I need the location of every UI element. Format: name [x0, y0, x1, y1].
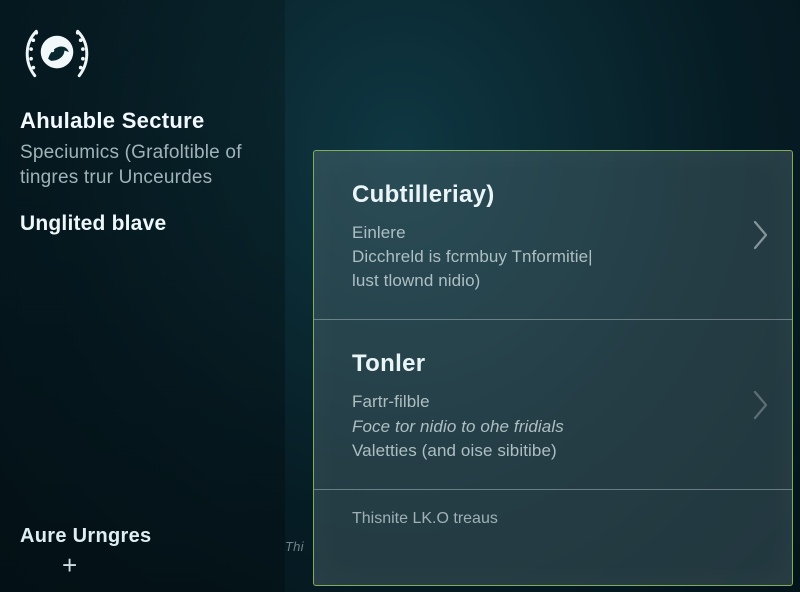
- panel-item-line: Einlere: [352, 221, 722, 245]
- panel-item-line: Valetties (and oise sibitibe): [352, 439, 722, 463]
- add-button[interactable]: +: [20, 552, 271, 578]
- sidebar-footer: Aure Urngres +: [20, 525, 271, 582]
- sidebar-title: Ahulable Secture: [20, 108, 271, 134]
- sidebar: Ahulable Secture Speciumics (Grafoltible…: [0, 0, 285, 592]
- sidebar-spacer: [20, 236, 271, 525]
- panel-item-tonler[interactable]: Tonler Fartr-filble Foce tor nidio to oh…: [314, 320, 792, 489]
- panel-item-peek: Thisnite LK.O treaus: [314, 490, 792, 528]
- emblem-icon: [20, 18, 94, 92]
- sidebar-selected-item[interactable]: Unglited blave: [20, 212, 271, 236]
- small-label: Thi: [285, 539, 304, 554]
- panel-item-line: Fartr-filble: [352, 390, 722, 414]
- panel-item-cubtilleriay[interactable]: Cubtilleriay) Einlere Dicchreld is fcrmb…: [314, 151, 792, 320]
- panel-item-title: Cubtilleriay): [352, 181, 722, 209]
- sidebar-description: Speciumics (Grafoltible of tingres trur …: [20, 140, 271, 190]
- options-panel: Cubtilleriay) Einlere Dicchreld is fcrmb…: [313, 150, 793, 586]
- panel-item-title: Tonler: [352, 350, 722, 378]
- chevron-right-icon: [752, 219, 770, 251]
- sidebar-footer-title: Aure Urngres: [20, 525, 271, 548]
- chevron-right-icon: [752, 389, 770, 421]
- main-area: Thi Cubtilleriay) Einlere Dicchreld is f…: [285, 0, 800, 592]
- panel-item-line: lust tlownd nidio): [352, 269, 722, 293]
- screen: Ahulable Secture Speciumics (Grafoltible…: [0, 0, 800, 592]
- panel-item-line: Dicchreld is fcrmbuy Tnformitie|: [352, 245, 722, 269]
- panel-item-line: Foce tor nidio to ohe fridials: [352, 415, 722, 439]
